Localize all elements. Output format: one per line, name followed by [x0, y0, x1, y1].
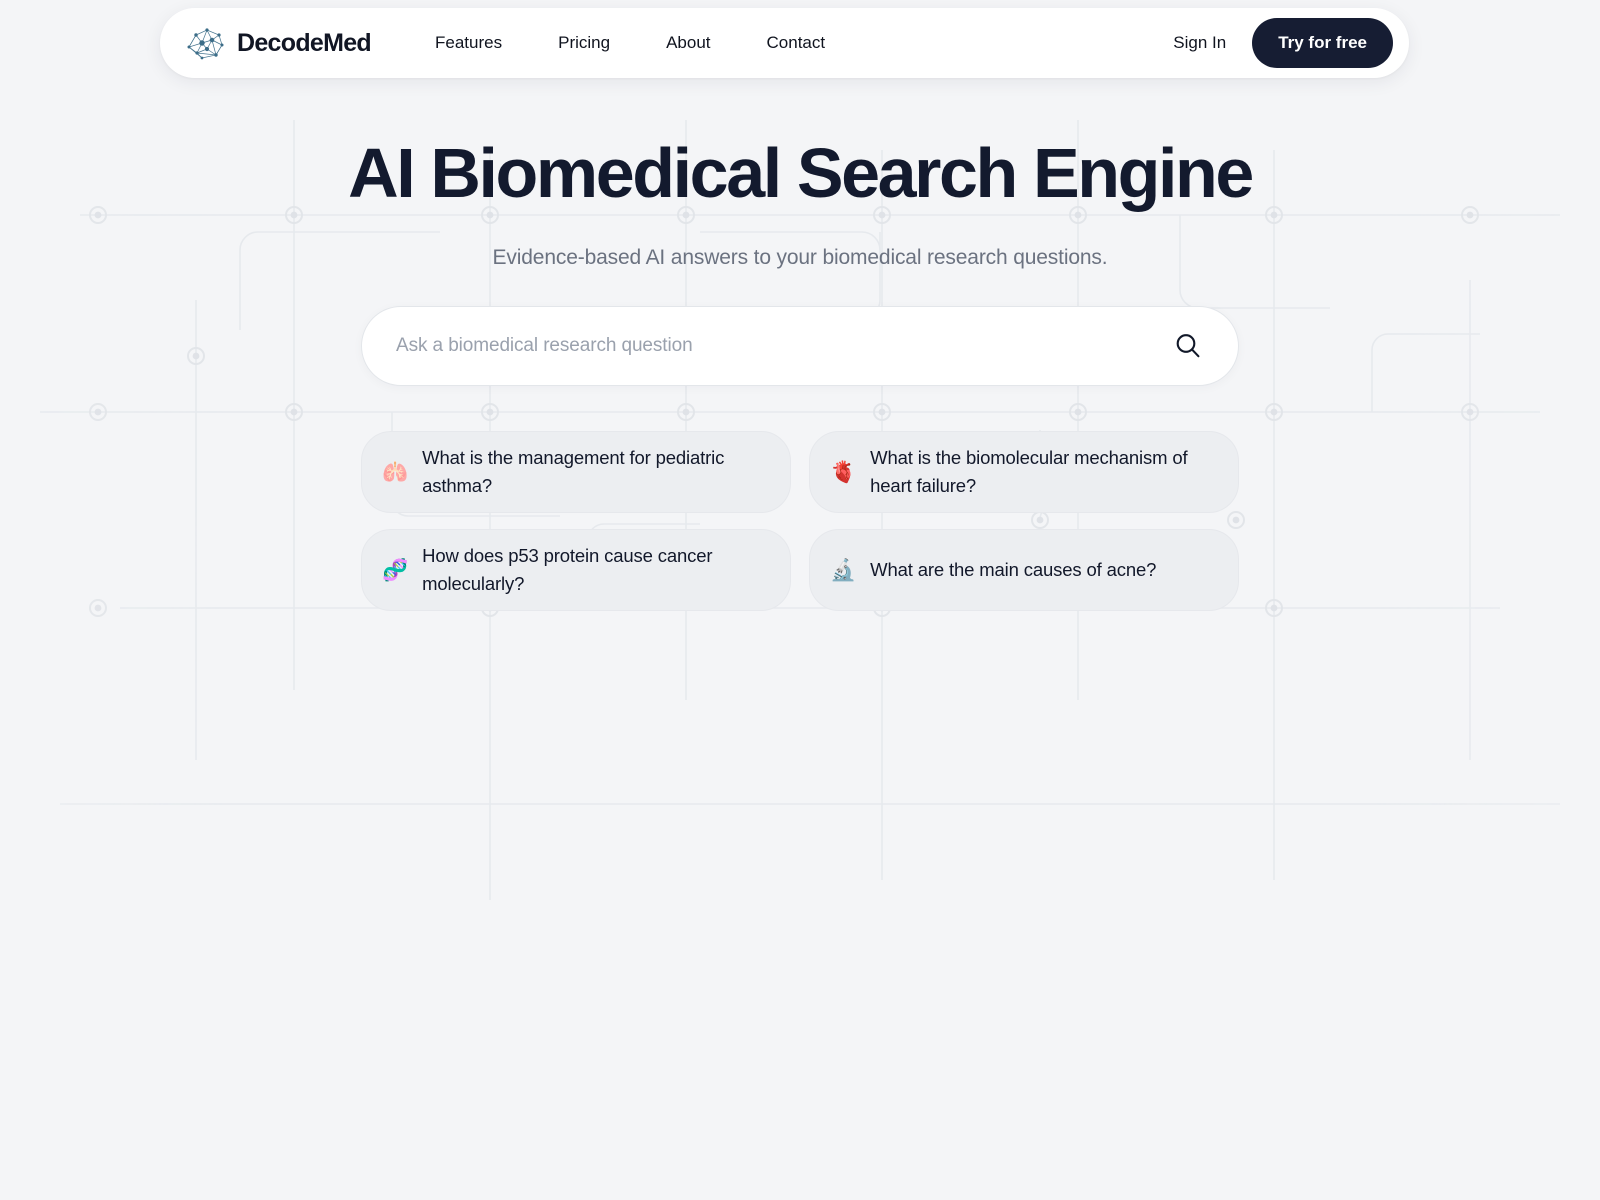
- suggestion-chip-heart-failure[interactable]: 🫀 What is the biomolecular mechanism of …: [809, 431, 1239, 513]
- suggestion-chip-label: How does p53 protein cause cancer molecu…: [422, 545, 713, 594]
- brand-name: DecodeMed: [237, 28, 372, 57]
- try-for-free-button[interactable]: Try for free: [1252, 18, 1393, 68]
- dna-emoji: 🧬: [382, 558, 409, 582]
- suggestion-chip-label: What is the management for pediatric ast…: [422, 447, 725, 496]
- search-icon: [1176, 334, 1200, 358]
- site-header: DecodeMed Features Pricing About Contact…: [160, 8, 1409, 78]
- suggestion-chip-acne[interactable]: 🔬 What are the main causes of acne?: [809, 529, 1239, 611]
- hero-subtitle: Evidence-based AI answers to your biomed…: [492, 246, 1108, 269]
- suggestion-chip-asthma[interactable]: 🫁 What is the management for pediatric a…: [361, 431, 791, 513]
- search-input[interactable]: [362, 335, 1170, 357]
- page-title: AI Biomedical Search Engine: [348, 134, 1254, 212]
- search-bar[interactable]: [361, 306, 1239, 386]
- microscope-emoji: 🔬: [830, 558, 857, 582]
- nav-item-about[interactable]: About: [666, 25, 710, 61]
- nav-item-contact[interactable]: Contact: [767, 25, 826, 61]
- lungs-emoji: 🫁: [382, 460, 409, 484]
- suggestion-chip-label: What is the biomolecular mechanism of he…: [870, 447, 1188, 496]
- header-actions: Sign In Try for free: [1173, 18, 1393, 68]
- suggestion-chip-p53[interactable]: 🧬 How does p53 protein cause cancer mole…: [361, 529, 791, 611]
- brand-logo[interactable]: DecodeMed: [184, 25, 372, 61]
- main-navigation: Features Pricing About Contact: [435, 25, 825, 61]
- hero-section: AI Biomedical Search Engine Evidence-bas…: [0, 0, 1600, 611]
- suggested-questions: 🫁 What is the management for pediatric a…: [361, 431, 1239, 611]
- nav-item-pricing[interactable]: Pricing: [558, 25, 610, 61]
- search-button[interactable]: [1170, 328, 1206, 364]
- suggestion-chip-label: What are the main causes of acne?: [870, 559, 1157, 580]
- nav-item-features[interactable]: Features: [435, 25, 502, 61]
- sign-in-link[interactable]: Sign In: [1173, 33, 1226, 53]
- anatomical-heart-emoji: 🫀: [830, 460, 857, 484]
- brain-network-icon: [187, 28, 224, 60]
